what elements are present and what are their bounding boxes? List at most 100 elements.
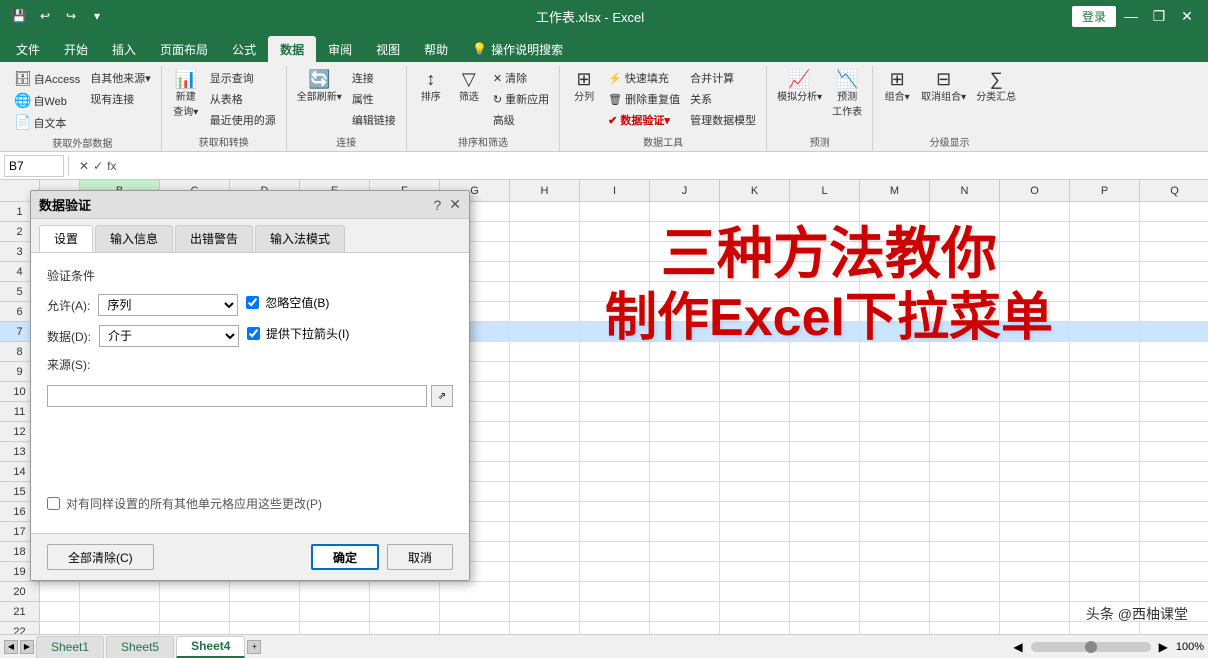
cell-h9[interactable] xyxy=(510,362,580,382)
dialog-close-button[interactable]: ✕ xyxy=(449,196,461,213)
cell-b21[interactable] xyxy=(80,602,160,622)
scroll-right-icon[interactable]: ▶ xyxy=(1159,640,1168,654)
cell-j3[interactable] xyxy=(650,242,720,262)
properties-button[interactable]: 属性 xyxy=(348,89,400,109)
cell-o8[interactable] xyxy=(1000,342,1070,362)
cell-q8[interactable] xyxy=(1140,342,1208,362)
undo-icon[interactable]: ↩ xyxy=(34,5,56,27)
cell-p20[interactable] xyxy=(1070,582,1140,602)
cell-m22[interactable] xyxy=(860,622,930,634)
cell-q6[interactable] xyxy=(1140,302,1208,322)
tab-formula[interactable]: 公式 xyxy=(220,36,268,62)
cell-h5[interactable] xyxy=(510,282,580,302)
cell-l1[interactable] xyxy=(790,202,860,222)
cell-q22[interactable] xyxy=(1140,622,1208,634)
cell-m3[interactable] xyxy=(860,242,930,262)
cell-q5[interactable] xyxy=(1140,282,1208,302)
cell-o20[interactable] xyxy=(1000,582,1070,602)
cell-k2[interactable] xyxy=(720,222,790,242)
cell-l2[interactable] xyxy=(790,222,860,242)
cell-reference-box[interactable]: B7 xyxy=(4,155,64,177)
text-button[interactable]: 📄自文本 xyxy=(10,112,84,133)
show-query-button[interactable]: 显示查询 xyxy=(206,68,280,88)
cell-k13[interactable] xyxy=(720,442,790,462)
row-header-22[interactable]: 22 xyxy=(0,622,40,634)
cell-k15[interactable] xyxy=(720,482,790,502)
existing-connection-button[interactable]: 现有连接 xyxy=(86,89,155,109)
cell-a21[interactable] xyxy=(40,602,80,622)
cancel-formula-icon[interactable]: ✕ xyxy=(79,159,89,173)
cell-d21[interactable] xyxy=(230,602,300,622)
cell-i1[interactable] xyxy=(580,202,650,222)
cell-i22[interactable] xyxy=(580,622,650,634)
cell-n1[interactable] xyxy=(930,202,1000,222)
cell-h17[interactable] xyxy=(510,522,580,542)
connections-button[interactable]: 连接 xyxy=(348,68,400,88)
cell-h2[interactable] xyxy=(510,222,580,242)
cell-o7[interactable] xyxy=(1000,322,1070,342)
cell-q12[interactable] xyxy=(1140,422,1208,442)
cell-p7[interactable] xyxy=(1070,322,1140,342)
cell-h13[interactable] xyxy=(510,442,580,462)
cell-h6[interactable] xyxy=(510,302,580,322)
cell-q21[interactable] xyxy=(1140,602,1208,622)
cell-l16[interactable] xyxy=(790,502,860,522)
cell-m16[interactable] xyxy=(860,502,930,522)
cell-l8[interactable] xyxy=(790,342,860,362)
cell-q13[interactable] xyxy=(1140,442,1208,462)
cell-o10[interactable] xyxy=(1000,382,1070,402)
data-validation-dialog[interactable]: 数据验证 ? ✕ 设置 输入信息 出错警告 输入法模式 验证条件 允许(A): … xyxy=(30,190,470,581)
sheet-scroll-right[interactable]: ▶ xyxy=(20,640,34,654)
cell-h4[interactable] xyxy=(510,262,580,282)
cell-h20[interactable] xyxy=(510,582,580,602)
cell-o2[interactable] xyxy=(1000,222,1070,242)
cell-n8[interactable] xyxy=(930,342,1000,362)
cell-o15[interactable] xyxy=(1000,482,1070,502)
cell-j2[interactable] xyxy=(650,222,720,242)
cell-b20[interactable] xyxy=(80,582,160,602)
filter-button[interactable]: ▽筛选 xyxy=(451,68,487,105)
data-validation-button[interactable]: ✔ 数据验证▾ xyxy=(604,110,684,130)
cell-n20[interactable] xyxy=(930,582,1000,602)
allow-select[interactable]: 序列 xyxy=(98,294,238,316)
split-column-button[interactable]: ⊞分列 xyxy=(566,68,602,105)
new-query-button[interactable]: 📊新建查询▾ xyxy=(168,68,204,120)
cell-p19[interactable] xyxy=(1070,562,1140,582)
cell-k10[interactable] xyxy=(720,382,790,402)
cell-k11[interactable] xyxy=(720,402,790,422)
sheet-scroll-left[interactable]: ◀ xyxy=(4,640,18,654)
cell-g22[interactable] xyxy=(440,622,510,634)
cell-i13[interactable] xyxy=(580,442,650,462)
cell-o5[interactable] xyxy=(1000,282,1070,302)
restore-button[interactable]: ❐ xyxy=(1146,5,1172,27)
cell-d22[interactable] xyxy=(230,622,300,634)
save-icon[interactable]: 💾 xyxy=(8,5,30,27)
cell-l20[interactable] xyxy=(790,582,860,602)
cell-m19[interactable] xyxy=(860,562,930,582)
col-header-o[interactable]: O xyxy=(1000,180,1070,202)
cell-m13[interactable] xyxy=(860,442,930,462)
cell-i15[interactable] xyxy=(580,482,650,502)
cell-n2[interactable] xyxy=(930,222,1000,242)
cell-p17[interactable] xyxy=(1070,522,1140,542)
cell-q15[interactable] xyxy=(1140,482,1208,502)
cell-i2[interactable] xyxy=(580,222,650,242)
sheet-tab-sheet5[interactable]: Sheet5 xyxy=(106,636,174,658)
col-header-h[interactable]: H xyxy=(510,180,580,202)
add-sheet-button[interactable]: + xyxy=(247,640,261,654)
cell-a20[interactable] xyxy=(40,582,80,602)
cell-m10[interactable] xyxy=(860,382,930,402)
advanced-button[interactable]: 高级 xyxy=(489,110,553,130)
cell-h7[interactable] xyxy=(510,322,580,342)
cell-q11[interactable] xyxy=(1140,402,1208,422)
cell-j6[interactable] xyxy=(650,302,720,322)
cell-o9[interactable] xyxy=(1000,362,1070,382)
cell-q1[interactable] xyxy=(1140,202,1208,222)
cell-i12[interactable] xyxy=(580,422,650,442)
cell-n16[interactable] xyxy=(930,502,1000,522)
relationships-button[interactable]: 关系 xyxy=(686,89,760,109)
cell-p22[interactable] xyxy=(1070,622,1140,634)
cell-l10[interactable] xyxy=(790,382,860,402)
remove-duplicates-button[interactable]: 🗑 删除重复值 xyxy=(604,89,684,109)
cell-o1[interactable] xyxy=(1000,202,1070,222)
